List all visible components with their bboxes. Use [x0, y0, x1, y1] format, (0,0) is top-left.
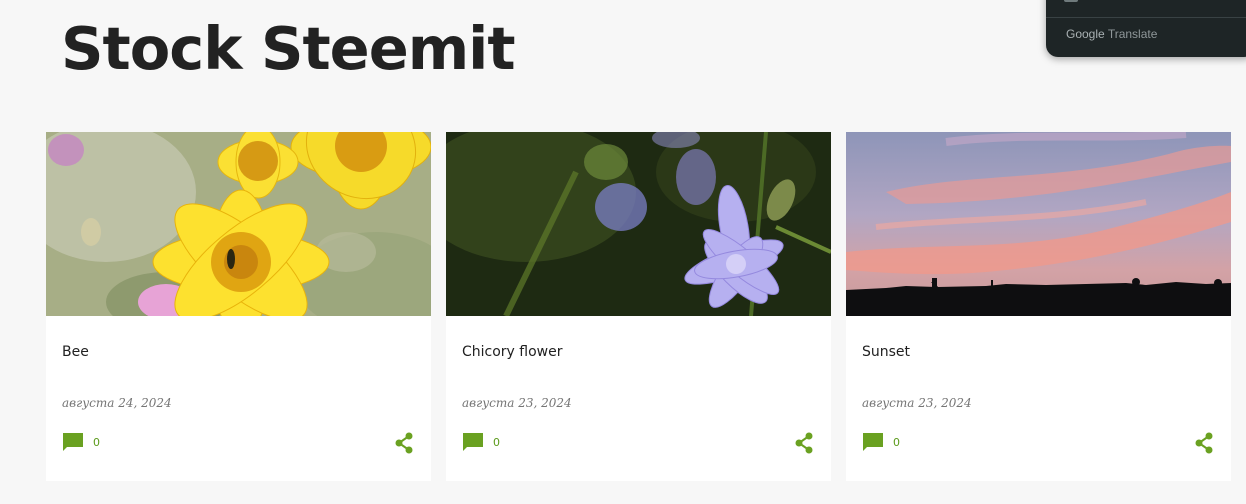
post-thumbnail-sunset[interactable] — [846, 132, 1231, 316]
comment-icon — [63, 433, 83, 451]
translate-brand: Google — [1066, 27, 1105, 41]
post-thumbnail-chicory-flower[interactable] — [446, 132, 831, 316]
share-button[interactable] — [794, 432, 814, 458]
page: Stock Steemit Google Translate Bee авгус… — [0, 0, 1246, 504]
sunset-image — [846, 132, 1231, 316]
blog-title[interactable]: Stock Steemit — [61, 14, 516, 83]
post-card-sunset: Sunset августа 23, 2024 0 — [846, 132, 1231, 481]
share-icon — [395, 432, 413, 454]
post-title[interactable]: Sunset — [862, 344, 910, 360]
post-thumbnail-bee[interactable] — [46, 132, 431, 316]
share-icon — [1195, 432, 1213, 454]
post-date[interactable]: августа 24, 2024 — [62, 396, 172, 410]
post-card-bee: Bee августа 24, 2024 0 — [46, 132, 431, 481]
translate-menu-icon[interactable] — [1064, 0, 1078, 2]
comment-icon — [863, 433, 883, 451]
google-translate-popup[interactable]: Google Translate — [1046, 0, 1246, 57]
post-date[interactable]: августа 23, 2024 — [462, 396, 572, 410]
yellow-flowers-image — [46, 132, 431, 316]
post-title[interactable]: Chicory flower — [462, 344, 563, 360]
share-button[interactable] — [394, 432, 414, 458]
comment-icon — [463, 433, 483, 451]
share-icon — [795, 432, 813, 454]
post-title[interactable]: Bee — [62, 344, 89, 360]
translate-attribution[interactable]: Google Translate — [1066, 27, 1157, 41]
translate-popup-strip — [1046, 0, 1246, 18]
comments-link[interactable]: 0 — [462, 432, 500, 452]
comment-count: 0 — [893, 435, 900, 449]
post-date[interactable]: августа 23, 2024 — [862, 396, 972, 410]
post-card-chicory-flower: Chicory flower августа 23, 2024 0 — [446, 132, 831, 481]
share-button[interactable] — [1194, 432, 1214, 458]
comments-link[interactable]: 0 — [62, 432, 100, 452]
translate-service: Translate — [1107, 27, 1158, 41]
comment-count: 0 — [493, 435, 500, 449]
comment-count: 0 — [93, 435, 100, 449]
chicory-flower-image — [446, 132, 831, 316]
comments-link[interactable]: 0 — [862, 432, 900, 452]
